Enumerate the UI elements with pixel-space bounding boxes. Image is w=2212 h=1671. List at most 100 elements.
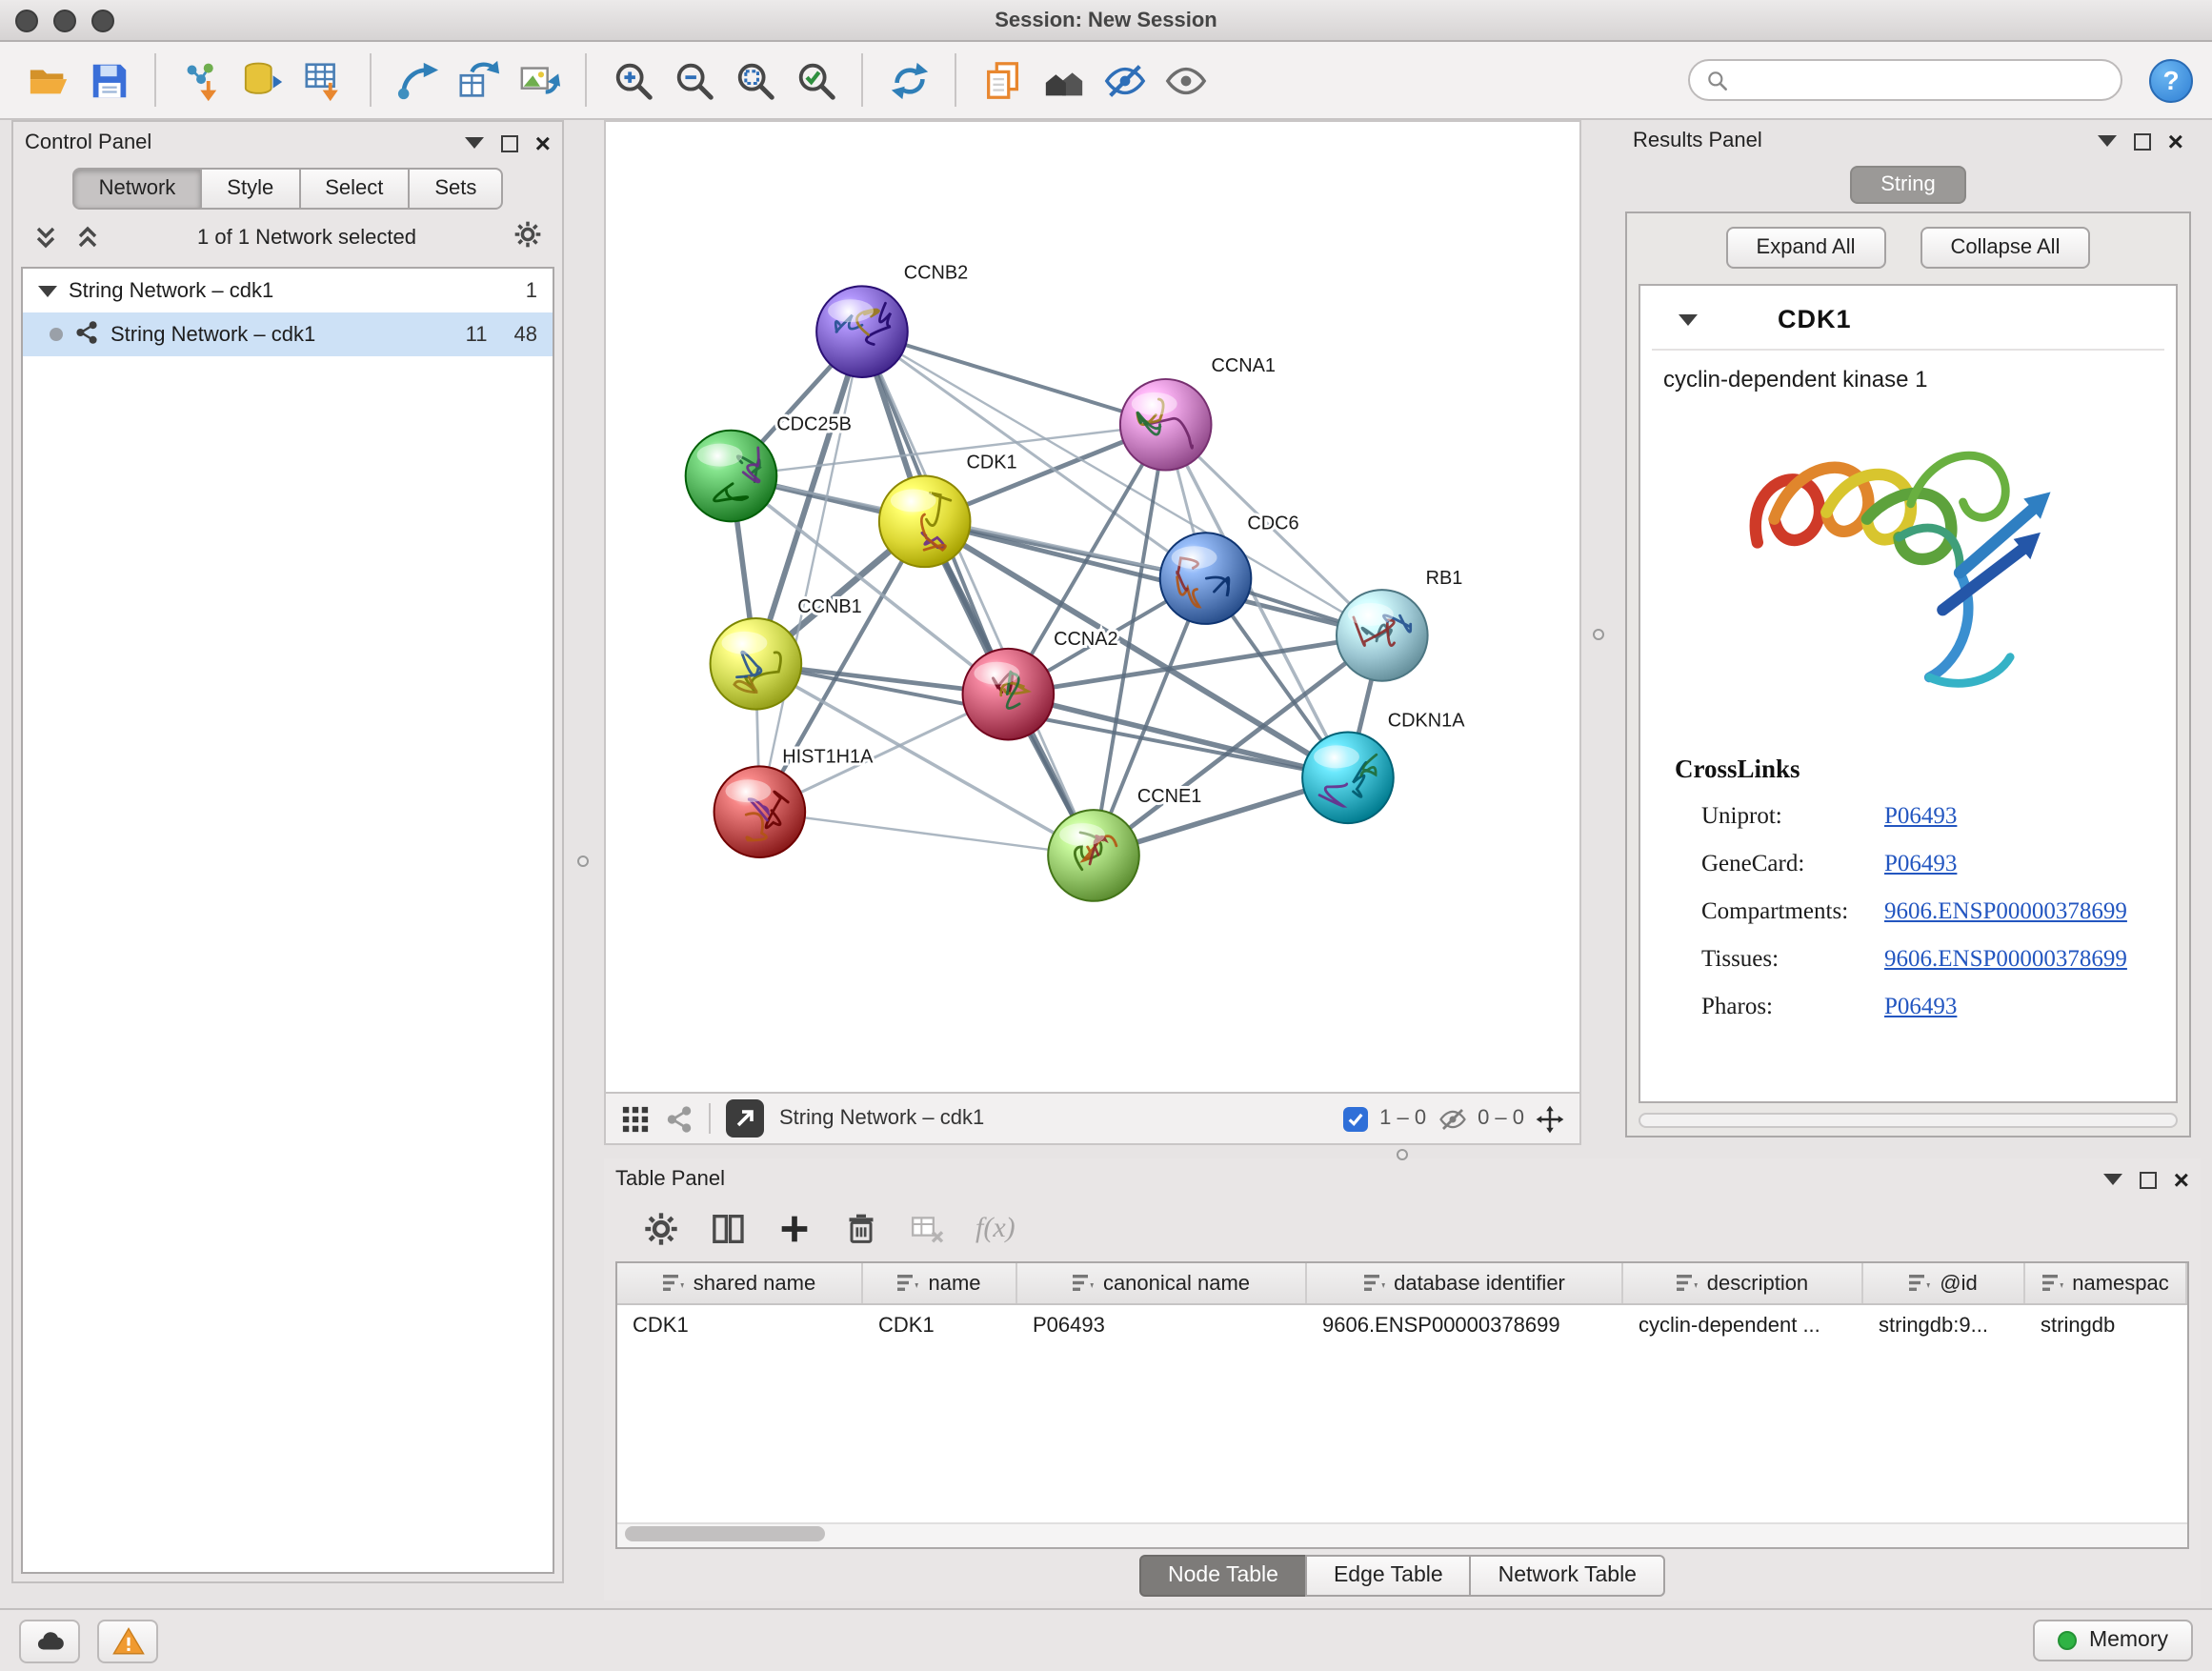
table-cell[interactable]: 9606.ENSP00000378699 (1307, 1305, 1623, 1347)
show-hidden-button[interactable] (1156, 51, 1214, 109)
grid-view-icon[interactable] (621, 1104, 650, 1133)
collapse-triangle-icon[interactable] (1679, 313, 1698, 325)
close-panel-icon[interactable]: × (2174, 1170, 2189, 1189)
network-options-button[interactable] (513, 218, 543, 258)
table-cell[interactable]: stringdb:9... (1863, 1305, 2025, 1347)
genecard-link[interactable]: P06493 (1884, 850, 1957, 878)
collapse-all-icon[interactable] (32, 225, 59, 252)
svg-text:HIST1H1A: HIST1H1A (782, 746, 874, 767)
expand-all-button[interactable]: Expand All (1726, 227, 1886, 269)
horizontal-scrollbar-thumb[interactable] (625, 1526, 825, 1541)
selected-node-edge-counts: 1 – 0 (1379, 1107, 1426, 1130)
tab-select[interactable]: Select (298, 168, 410, 210)
tab-node-table[interactable]: Node Table (1139, 1554, 1307, 1596)
collapse-triangle-icon[interactable] (38, 285, 57, 296)
column-header[interactable]: namespac (2025, 1263, 2187, 1303)
open-session-button[interactable] (19, 51, 76, 109)
column-header[interactable]: description (1623, 1263, 1863, 1303)
close-panel-icon[interactable]: × (2168, 131, 2183, 151)
tissues-link[interactable]: 9606.ENSP00000378699 (1884, 945, 2127, 974)
compartments-link[interactable]: 9606.ENSP00000378699 (1884, 897, 2127, 926)
show-columns-icon[interactable] (709, 1210, 747, 1248)
table-cell[interactable]: stringdb (2025, 1305, 2187, 1347)
float-panel-icon[interactable] (2134, 132, 2151, 150)
pharos-link[interactable]: P06493 (1884, 993, 1957, 1021)
tab-network-table[interactable]: Network Table (1470, 1554, 1665, 1596)
tab-edge-table[interactable]: Edge Table (1305, 1554, 1472, 1596)
network-share-icon[interactable] (665, 1104, 694, 1133)
zoom-selected-button[interactable] (787, 51, 844, 109)
zoom-out-button[interactable] (665, 51, 722, 109)
splitter-handle[interactable] (1397, 1149, 1408, 1160)
crosslink-row: Uniprot: P06493 (1701, 802, 2164, 831)
apply-layout-button[interactable] (880, 51, 937, 109)
panel-menu-icon[interactable] (465, 137, 484, 149)
column-header[interactable]: database identifier (1307, 1263, 1623, 1303)
crosslinks-heading: CrossLinks (1675, 755, 2164, 785)
warnings-button[interactable] (97, 1619, 158, 1662)
import-table-from-file-button[interactable] (295, 51, 352, 109)
column-header[interactable]: canonical name (1017, 1263, 1307, 1303)
export-image-button[interactable] (511, 51, 568, 109)
table-options-gear-icon[interactable] (642, 1210, 680, 1248)
save-icon (87, 58, 131, 102)
column-header[interactable]: shared name (617, 1263, 863, 1303)
add-column-icon[interactable] (775, 1210, 814, 1248)
hide-selected-button[interactable] (1096, 51, 1153, 109)
splitter-handle[interactable] (1593, 629, 1604, 640)
network-selection-status: 1 of 1 Network selected (116, 227, 497, 250)
function-builder-button[interactable]: f(x) (975, 1213, 1016, 1245)
network-collection-row[interactable]: String Network – cdk1 1 (23, 269, 553, 312)
import-network-from-file-button[interactable] (173, 51, 231, 109)
column-header[interactable]: name (863, 1263, 1017, 1303)
tab-sets[interactable]: Sets (408, 168, 503, 210)
copy-style-button[interactable] (974, 51, 1031, 109)
float-panel-icon[interactable] (501, 134, 518, 151)
help-button[interactable]: ? (2149, 58, 2193, 102)
selected-checkbox-icon[interactable] (1343, 1106, 1368, 1131)
network-row-selected[interactable]: String Network – cdk1 11 48 (23, 312, 553, 356)
panel-menu-icon[interactable] (2098, 135, 2117, 147)
cloud-icon (33, 1624, 66, 1657)
delete-column-trash-icon[interactable] (842, 1210, 880, 1248)
memory-button[interactable]: Memory (2034, 1620, 2193, 1661)
expand-all-icon[interactable] (74, 225, 101, 252)
table-cell[interactable]: CDK1 (617, 1305, 863, 1347)
import-network-from-database-button[interactable] (234, 51, 292, 109)
table-cell[interactable]: P06493 (1017, 1305, 1307, 1347)
collapse-all-button[interactable]: Collapse All (1920, 227, 2091, 269)
sort-icon (2041, 1273, 2062, 1294)
splitter-handle[interactable] (577, 856, 589, 867)
new-network-from-selection-button[interactable] (389, 51, 446, 109)
tab-style[interactable]: Style (200, 168, 300, 210)
save-session-button[interactable] (80, 51, 137, 109)
table-cell[interactable]: CDK1 (863, 1305, 1017, 1347)
export-network-button[interactable] (726, 1099, 764, 1137)
search-box (1688, 59, 2122, 101)
new-network-from-table-button[interactable] (450, 51, 507, 109)
pan-move-icon[interactable] (1536, 1104, 1564, 1133)
panel-menu-icon[interactable] (2103, 1174, 2122, 1185)
horizontal-scrollbar-track[interactable] (617, 1522, 2187, 1547)
network-canvas[interactable]: CCNB2CCNA1CDC25BCDK1CDC6RB1CCNB1CCNA2CDK… (606, 122, 1579, 1092)
table-row[interactable]: CDK1 CDK1 P06493 9606.ENSP00000378699 cy… (617, 1305, 2187, 1347)
uniprot-link[interactable]: P06493 (1884, 802, 1957, 831)
column-header[interactable]: @id (1863, 1263, 2025, 1303)
tab-network[interactable]: Network (72, 168, 203, 210)
horizontal-scrollbar[interactable] (1639, 1113, 2178, 1128)
network-collection-count: 1 (526, 279, 537, 302)
gear-icon (513, 218, 543, 249)
open-folder-icon (26, 58, 70, 102)
show-all-networks-button[interactable] (1035, 51, 1092, 109)
float-panel-icon[interactable] (2140, 1171, 2157, 1188)
search-input[interactable] (1739, 69, 2105, 91)
tab-string[interactable]: String (1850, 166, 1966, 204)
table-cell[interactable]: cyclin-dependent ... (1623, 1305, 1863, 1347)
close-panel-icon[interactable]: × (535, 133, 551, 152)
network-graph[interactable]: CCNB2CCNA1CDC25BCDK1CDC6RB1CCNB1CCNA2CDK… (606, 122, 1579, 1092)
cloud-status-button[interactable] (19, 1619, 80, 1662)
status-bar: Memory (0, 1608, 2212, 1671)
control-panel-tabs: Network Style Select Sets (13, 164, 562, 213)
zoom-in-button[interactable] (604, 51, 661, 109)
zoom-fit-button[interactable] (726, 51, 783, 109)
